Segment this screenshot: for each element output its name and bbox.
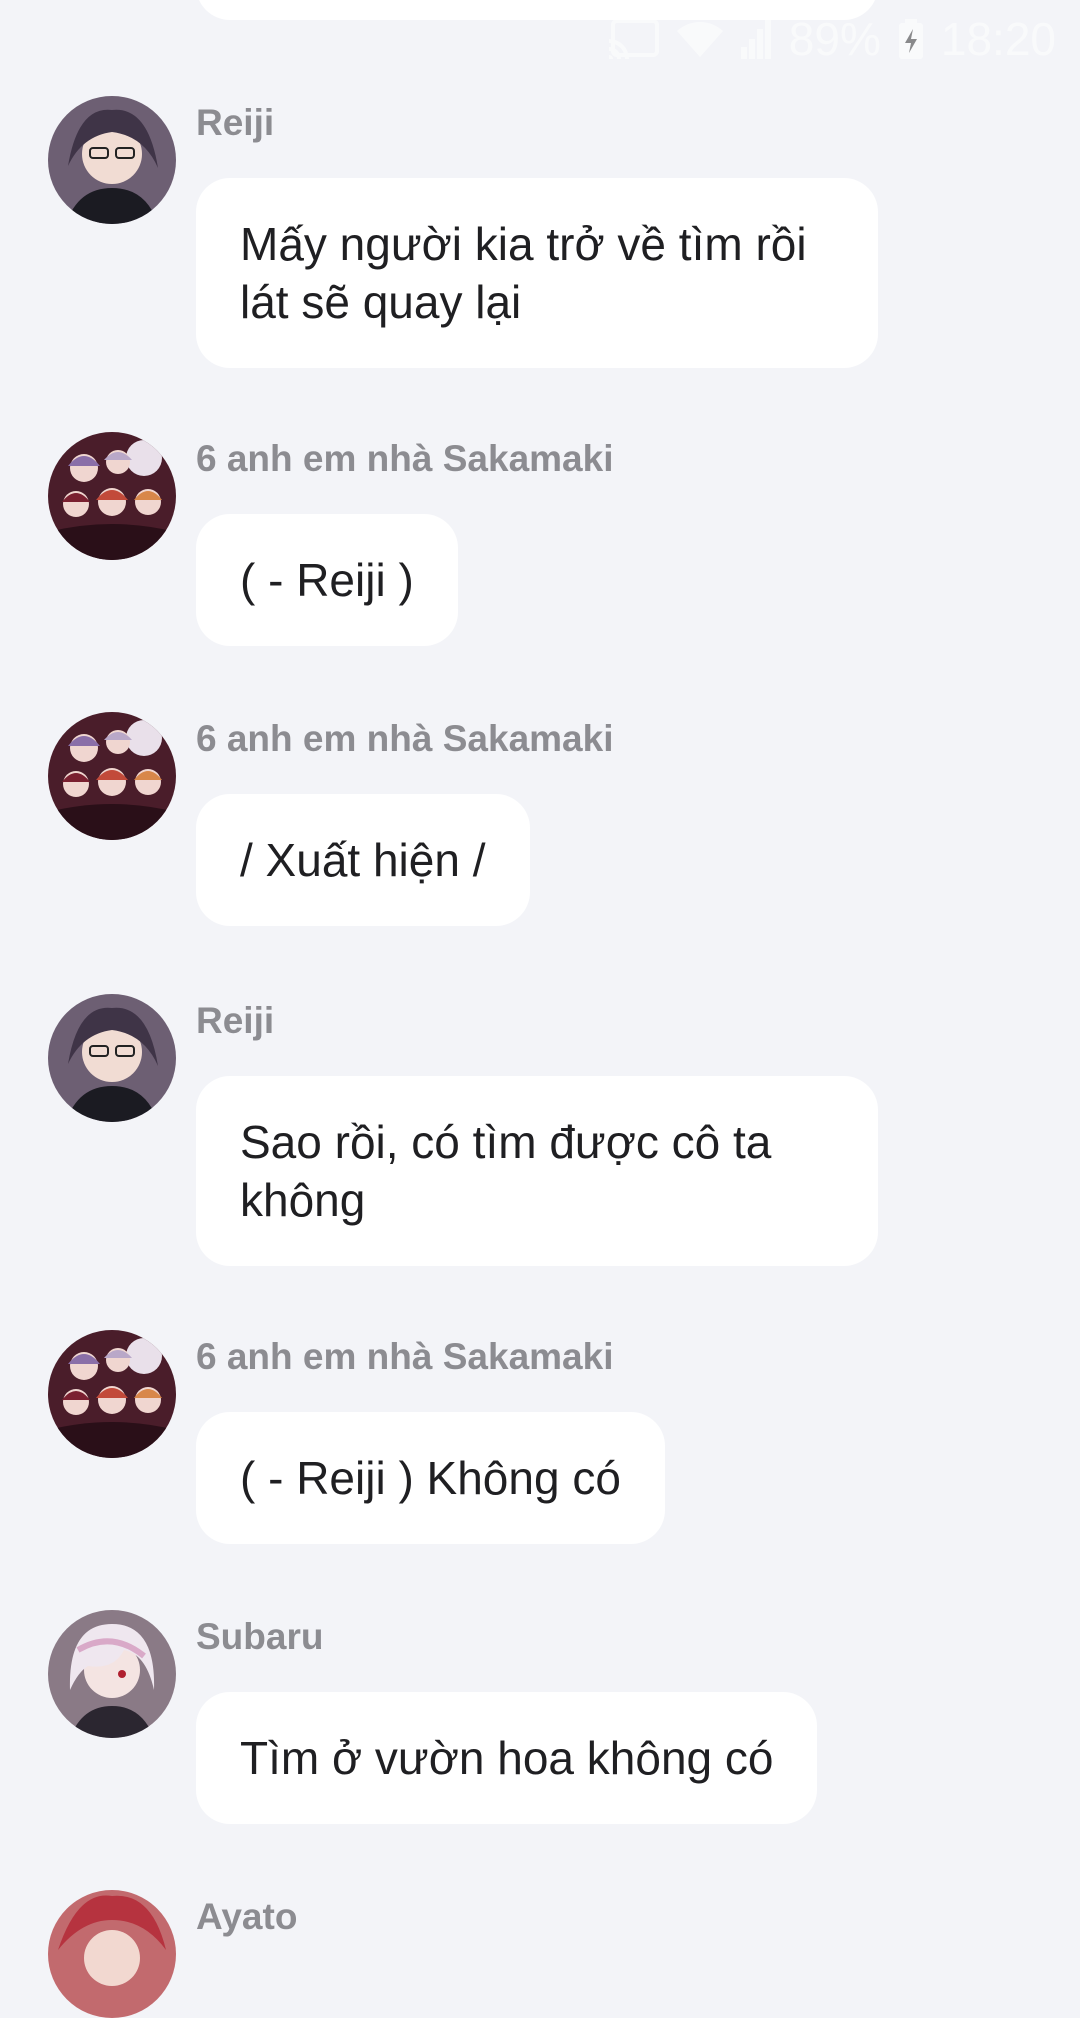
sender-name: Subaru — [196, 1616, 324, 1657]
sender-name: Reiji — [196, 102, 275, 143]
sender-name: Ayato — [196, 1896, 298, 1937]
sakamaki-group-avatar[interactable] — [48, 1330, 176, 1458]
message-bubble[interactable]: / Xuất hiện / — [196, 794, 530, 926]
message-bubble[interactable]: Tìm ở vườn hoa không có — [196, 1692, 818, 1824]
cast-icon — [607, 19, 659, 59]
status-bar: 89% 18:20 — [607, 13, 1056, 65]
message-bubble[interactable]: ( - Reiji ) — [196, 514, 458, 646]
battery-percent: 89% — [788, 13, 881, 65]
reiji-avatar[interactable] — [48, 994, 176, 1122]
signal-icon — [740, 19, 771, 59]
ayato-avatar[interactable] — [48, 1890, 176, 2018]
message-bubble[interactable]: Mấy người kia trở về tìm rồi lát sẽ quay… — [196, 178, 878, 368]
reiji-avatar[interactable] — [48, 96, 176, 224]
subaru-avatar[interactable] — [48, 1610, 176, 1738]
sender-name: 6 anh em nhà Sakamaki — [196, 438, 614, 479]
sakamaki-group-avatar[interactable] — [48, 432, 176, 560]
clock: 18:20 — [940, 13, 1056, 65]
wifi-icon — [676, 19, 723, 59]
previous-message-bubble — [196, 0, 878, 20]
sender-name: Reiji — [196, 1000, 275, 1041]
sakamaki-group-avatar[interactable] — [48, 712, 176, 840]
message-bubble[interactable]: Sao rồi, có tìm được cô ta không — [196, 1076, 878, 1266]
battery-charging-icon — [898, 19, 923, 59]
sender-name: 6 anh em nhà Sakamaki — [196, 1336, 614, 1377]
message-bubble[interactable]: ( - Reiji ) Không có — [196, 1412, 665, 1544]
sender-name: 6 anh em nhà Sakamaki — [196, 718, 614, 759]
